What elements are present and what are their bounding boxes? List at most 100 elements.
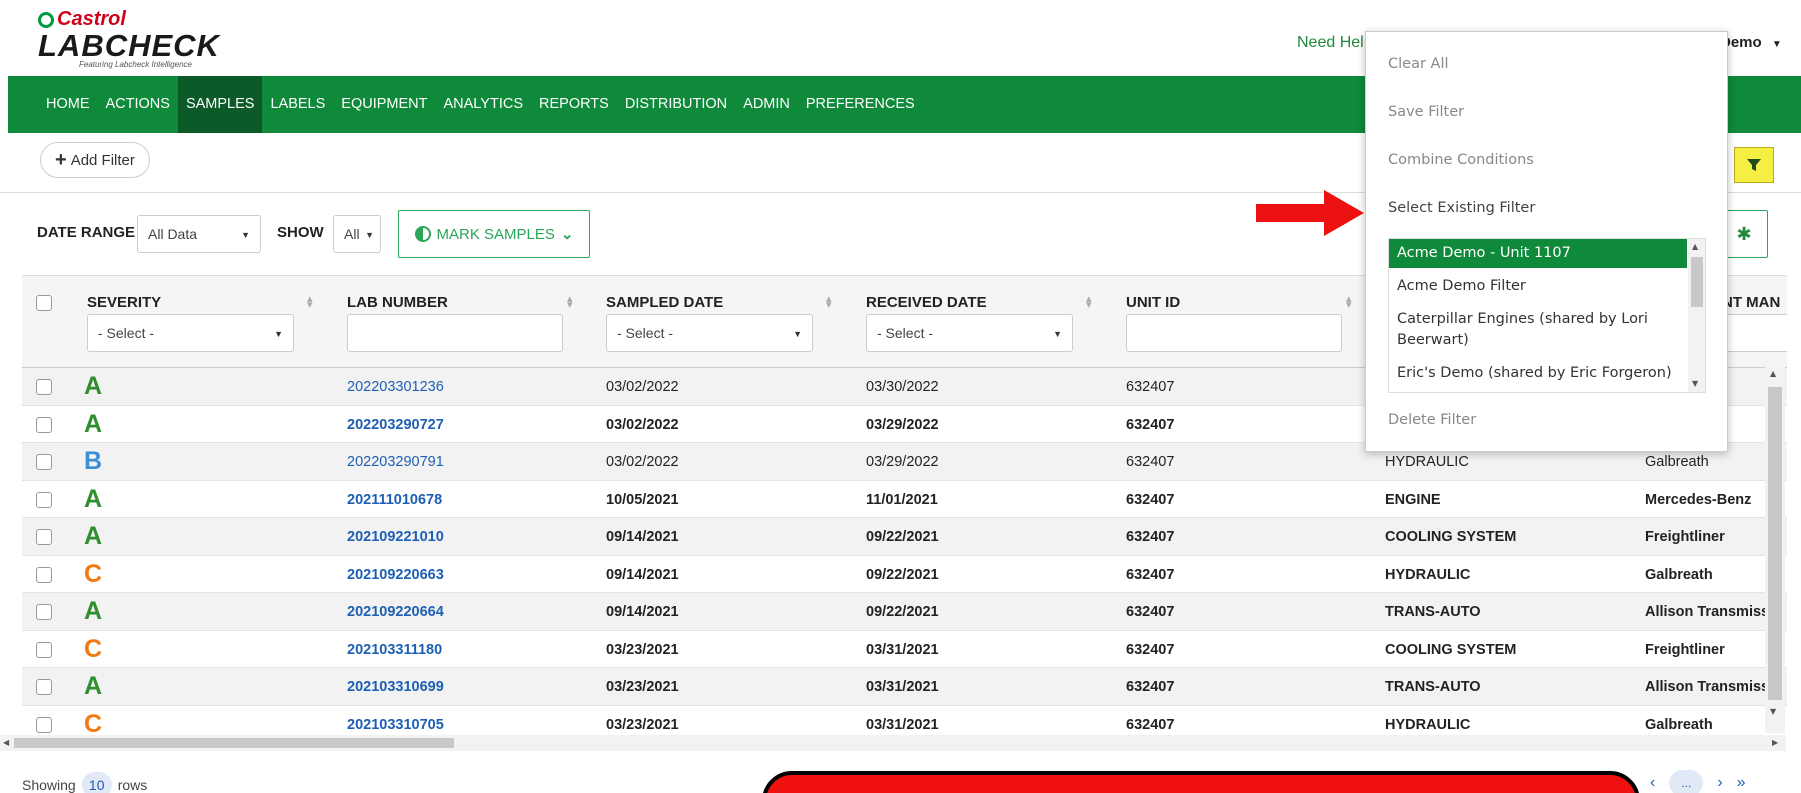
unit-id-filter-input[interactable]	[1126, 314, 1342, 352]
user-menu[interactable]: Demo ▼	[1720, 34, 1782, 51]
row-checkbox[interactable]	[36, 416, 52, 433]
row-checkbox[interactable]	[36, 454, 52, 470]
last-page-icon[interactable]: »	[1737, 774, 1746, 792]
sort-icon[interactable]: ▴ ▾	[1346, 293, 1352, 310]
scrollbar-thumb[interactable]	[14, 738, 454, 748]
filter-option[interactable]: Eric's Demo (shared by Eric Forgeron)	[1389, 359, 1687, 388]
date-range-select[interactable]: All Data ▼	[137, 215, 261, 253]
col-severity[interactable]: SEVERITY	[87, 294, 161, 311]
col-received-date[interactable]: RECEIVED DATE	[866, 294, 987, 311]
row-checkbox[interactable]	[36, 604, 52, 620]
filter-list-scrollbar[interactable]: ▲ ▼	[1688, 239, 1705, 392]
row-checkbox[interactable]	[36, 641, 52, 658]
row-checkbox[interactable]	[36, 379, 52, 395]
sort-icon[interactable]: ▴ ▾	[307, 293, 313, 310]
lab-number-link[interactable]: 202103310705	[347, 717, 444, 733]
table-horizontal-scrollbar[interactable]: ◀ ▶	[0, 735, 1786, 751]
table-row[interactable]: C 202103310705 03/23/2021 03/31/2021 632407 H…	[22, 706, 1787, 733]
combine-conditions-item[interactable]: Combine Conditions	[1388, 152, 1534, 168]
select-all-checkbox[interactable]	[36, 295, 52, 311]
unit-id-cell: 632407	[1126, 641, 1175, 658]
nav-admin[interactable]: ADMIN	[735, 76, 798, 133]
scroll-right-icon[interactable]: ▶	[1772, 738, 1778, 747]
existing-filter-list[interactable]: Acme Demo - Unit 1107 Acme Demo Filter C…	[1388, 238, 1706, 393]
sort-icon[interactable]: ▴ ▾	[826, 293, 832, 310]
need-help-link[interactable]: Need Hel	[1297, 34, 1364, 52]
received-date-cell: 09/22/2021	[866, 529, 939, 545]
clear-all-item[interactable]: Clear All	[1388, 56, 1449, 72]
lab-number-link[interactable]: 202203301236	[347, 379, 444, 395]
nav-home[interactable]: HOME	[38, 76, 98, 133]
lab-number-link[interactable]: 202109220663	[347, 567, 444, 583]
severity-badge: A	[84, 409, 103, 438]
col-lab-number[interactable]: LAB NUMBER	[347, 294, 448, 311]
add-filter-button[interactable]: + Add Filter	[40, 142, 150, 178]
filter-option[interactable]: Acme Demo - Unit 1107	[1389, 239, 1687, 268]
sampled-date-filter-select[interactable]: - Select - ▼	[606, 314, 813, 352]
row-checkbox[interactable]	[36, 679, 52, 695]
row-checkbox[interactable]	[36, 491, 52, 508]
table-row[interactable]: A 202111010678 10/05/2021 11/01/2021 632407 E…	[22, 481, 1787, 518]
scrollbar-thumb[interactable]	[1691, 257, 1703, 307]
nav-reports[interactable]: REPORTS	[531, 76, 617, 133]
severity-filter-select[interactable]: - Select - ▼	[87, 314, 294, 352]
mark-samples-button[interactable]: MARK SAMPLES ⌄	[398, 210, 590, 258]
table-row[interactable]: C 202109220663 09/14/2021 09/22/2021 632407 H…	[22, 556, 1787, 593]
nav-equipment[interactable]: EQUIPMENT	[333, 76, 435, 133]
date-range-value: All Data	[148, 226, 198, 242]
filter-option[interactable]: Caterpillar Engines (shared by Lori Beer…	[1389, 305, 1687, 355]
lab-number-link[interactable]: 202109221010	[347, 529, 444, 545]
castrol-labcheck-logo[interactable]: Castrol LABCHECK Featuring Labcheck Inte…	[38, 8, 238, 70]
filter-option[interactable]: Acme Demo Filter	[1389, 272, 1687, 301]
col-sampled-date[interactable]: SAMPLED DATE	[606, 294, 723, 311]
table-row[interactable]: A 202109220664 09/14/2021 09/22/2021 632407 T…	[22, 593, 1787, 631]
sampled-date-cell: 10/05/2021	[606, 491, 679, 508]
table-row[interactable]: C 202103311180 03/23/2021 03/31/2021 632407 C…	[22, 631, 1787, 668]
scroll-left-icon[interactable]: ◀	[3, 738, 9, 747]
nav-preferences[interactable]: PREFERENCES	[798, 76, 923, 133]
nav-actions[interactable]: ACTIONS	[98, 76, 178, 133]
nav-labels[interactable]: LABELS	[262, 76, 333, 133]
show-select[interactable]: All ▼	[333, 215, 381, 253]
nav-samples[interactable]: SAMPLES	[177, 76, 263, 133]
lab-number-link[interactable]: 202203290727	[347, 417, 444, 433]
scroll-down-icon[interactable]: ▼	[1770, 707, 1776, 716]
next-page-icon[interactable]: ›	[1717, 774, 1722, 792]
nav-distribution[interactable]: DISTRIBUTION	[617, 76, 735, 133]
rows-count-select[interactable]: 10	[81, 772, 112, 793]
page-dots[interactable]: ...	[1669, 770, 1704, 793]
nav-analytics[interactable]: ANALYTICS	[435, 76, 531, 133]
scroll-up-icon[interactable]: ▲	[1692, 242, 1698, 251]
lab-number-link[interactable]: 202109220664	[347, 604, 444, 620]
scrollbar-thumb[interactable]	[1768, 387, 1782, 700]
delete-filter-item[interactable]: Delete Filter	[1388, 412, 1476, 428]
table-vertical-scrollbar[interactable]: ▲ ▼	[1765, 367, 1785, 733]
received-date-filter-select[interactable]: - Select - ▼	[866, 314, 1073, 352]
sort-icon[interactable]: ▴ ▾	[1086, 293, 1092, 310]
filter-toggle-button[interactable]	[1734, 147, 1774, 183]
funnel-icon	[1747, 159, 1761, 171]
sampled-date-cell: 03/02/2022	[606, 416, 679, 433]
lab-number-link[interactable]: 202103311180	[347, 642, 442, 658]
row-checkbox[interactable]	[36, 529, 52, 545]
scroll-down-icon[interactable]: ▼	[1692, 379, 1698, 388]
received-date-cell: 09/22/2021	[866, 604, 939, 620]
col-unit-id[interactable]: UNIT ID	[1126, 294, 1180, 311]
save-filter-item[interactable]: Save Filter	[1388, 104, 1464, 120]
lab-number-link[interactable]: 202203290791	[347, 454, 444, 470]
scroll-up-icon[interactable]: ▲	[1770, 369, 1776, 378]
lab-number-filter-input[interactable]	[347, 314, 563, 352]
manufacturer-filter-input[interactable]	[1722, 314, 1787, 352]
component-cell: HYDRAULIC	[1385, 716, 1471, 733]
table-row[interactable]: A 202103310699 03/23/2021 03/31/2021 632407 T…	[22, 668, 1787, 706]
lab-number-link[interactable]: 202111010678	[347, 492, 442, 508]
prev-page-icon[interactable]: ‹	[1650, 774, 1655, 792]
lab-number-link[interactable]: 202103310699	[347, 679, 444, 695]
row-checkbox[interactable]	[36, 716, 52, 733]
sort-icon[interactable]: ▴ ▾	[567, 293, 573, 310]
select-existing-filter-item[interactable]: Select Existing Filter	[1388, 200, 1535, 216]
table-row[interactable]: A 202109221010 09/14/2021 09/22/2021 632407 C…	[22, 518, 1787, 556]
sampled-date-cell: 03/23/2021	[606, 716, 679, 733]
col-manufacturer[interactable]: NT MAN	[1722, 294, 1780, 311]
row-checkbox[interactable]	[36, 566, 52, 583]
